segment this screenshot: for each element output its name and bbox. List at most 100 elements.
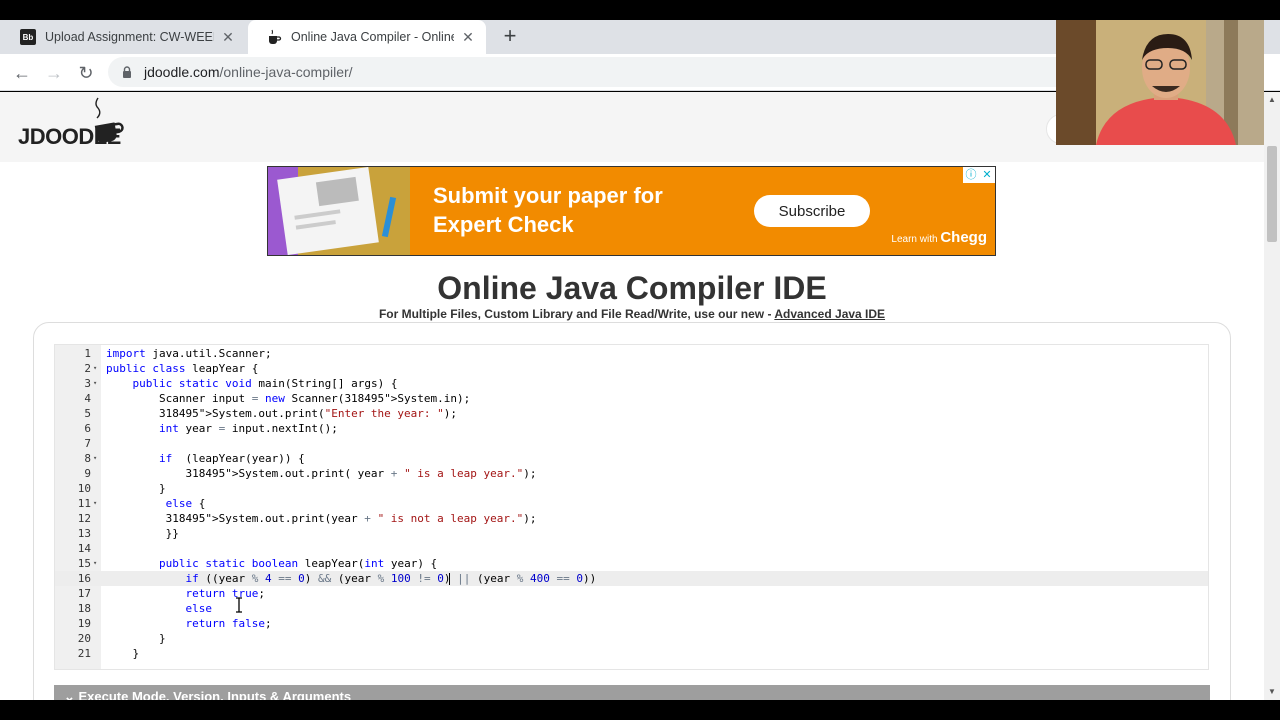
code-line[interactable]: 21 } [55, 646, 1208, 661]
new-tab-icon[interactable]: + [498, 25, 522, 49]
line-number: 1 [84, 347, 91, 360]
code-text: }} [106, 527, 179, 540]
webcam-overlay [1056, 20, 1264, 145]
ad-brand-tag: Learn with Chegg [891, 229, 987, 246]
code-text: int year = input.nextInt(); [158, 422, 338, 435]
code-line[interactable]: 2 ▾ public class leapYear { [55, 361, 1208, 376]
code-line[interactable]: 14 [55, 541, 1208, 556]
code-line[interactable]: 5 318495">System.out.print("Enter the ye… [55, 406, 1208, 421]
code-text: } [106, 482, 166, 495]
code-editor[interactable]: 1 import java.util.Scanner; 2 ▾ public class… [54, 344, 1209, 670]
code-line[interactable]: 20 } [55, 631, 1208, 646]
chegg-brand: Chegg [940, 229, 987, 246]
fold-arrow-icon[interactable]: ▾ [93, 496, 99, 511]
code-line[interactable]: 10 } [55, 481, 1208, 496]
code-text: import java.util.Scanner; [106, 347, 272, 360]
jdoodle-icon [266, 29, 282, 45]
line-number: 7 [84, 437, 91, 450]
fold-arrow-icon[interactable]: ▾ [93, 376, 99, 391]
scroll-up-icon[interactable]: ▲ [1264, 92, 1280, 108]
code-line[interactable]: 4 Scanner input = new Scanner(318495">Sy… [55, 391, 1208, 406]
code-text: return false; [185, 617, 272, 630]
code-line[interactable]: 6 int year = input.nextInt(); [55, 421, 1208, 436]
code-line[interactable]: 8 ▾ if (leapYear(year)) { [55, 451, 1208, 466]
text-caret [449, 573, 450, 585]
line-number: 8 [84, 452, 91, 465]
code-line[interactable]: 3 ▾ public static void main(String[] args… [55, 376, 1208, 391]
code-text: 318495">System.out.print(year + " is not… [165, 512, 537, 525]
code-text: 318495">System.out.print( year + " is a … [185, 467, 537, 480]
ad-image [268, 167, 410, 255]
code-text: public static void main(String[] args) { [132, 377, 398, 390]
line-number: 21 [77, 647, 91, 660]
tab-title: Upload Assignment: CW-WEEK-5 [45, 30, 214, 44]
scroll-down-icon[interactable]: ▼ [1264, 684, 1280, 700]
line-number: 14 [77, 542, 91, 555]
url-path: /online-java-compiler/ [219, 64, 353, 80]
line-number: 17 [77, 587, 91, 600]
fold-arrow-icon[interactable]: ▾ [93, 361, 99, 376]
code-line[interactable]: 11 ▾ else { [55, 496, 1208, 511]
ad-info-icon[interactable]: ⓘ [963, 167, 979, 183]
ad-banner[interactable]: Submit your paper for Expert Check Subsc… [267, 166, 996, 256]
code-line[interactable]: 12 318495">System.out.print(year + " is … [55, 511, 1208, 526]
page-scrollbar[interactable]: ▲ ▼ [1264, 92, 1280, 700]
line-number: 18 [77, 602, 91, 615]
code-line[interactable]: 19 return false; [55, 616, 1208, 631]
ad-controls: ⓘ ✕ [963, 167, 995, 183]
text-cursor-icon [236, 597, 242, 613]
code-line[interactable]: 15 ▾ public static boolean leapYear(int y… [55, 556, 1208, 571]
code-text: else { [165, 497, 206, 510]
ad-close-icon[interactable]: ✕ [979, 167, 995, 183]
code-line[interactable]: 13 }} [55, 526, 1208, 541]
line-number: 5 [84, 407, 91, 420]
fold-arrow-icon[interactable]: ▾ [93, 556, 99, 571]
line-number: 2 [84, 362, 91, 375]
code-text: public class leapYear { [106, 362, 259, 375]
reload-icon[interactable]: ↻ [74, 61, 98, 85]
code-text: else [185, 602, 212, 615]
advanced-java-ide-link[interactable]: Advanced Java IDE [774, 307, 885, 321]
line-number: 3 [84, 377, 91, 390]
line-number: 11 [77, 497, 91, 510]
close-icon[interactable]: ✕ [460, 29, 476, 45]
line-number: 4 [84, 392, 91, 405]
code-line[interactable]: 18 else [55, 601, 1208, 616]
line-number: 20 [77, 632, 91, 645]
code-line[interactable]: 17 return true; [55, 586, 1208, 601]
code-text: if ((year % 4 == 0) && (year % 100 != 0)… [185, 572, 597, 585]
line-number: 16 [77, 572, 91, 585]
line-number: 6 [84, 422, 91, 435]
ad-headline: Submit your paper for Expert Check [433, 183, 663, 237]
line-number: 15 [77, 557, 91, 570]
code-text: public static boolean leapYear(int year)… [158, 557, 438, 570]
jdoodle-logo[interactable]: JDOODLE [18, 96, 128, 152]
code-line[interactable]: 1 import java.util.Scanner; [55, 346, 1208, 361]
code-text: Scanner input = new Scanner(318495">Syst… [106, 392, 471, 405]
forward-arrow-icon[interactable]: → [42, 61, 66, 85]
lock-icon [123, 66, 131, 78]
code-text: } [106, 647, 140, 660]
fold-arrow-icon[interactable]: ▾ [93, 451, 99, 466]
subscribe-button[interactable]: Subscribe [754, 195, 870, 227]
web-page: JDOODLE Submit your paper for Expert Che… [0, 92, 1264, 700]
url-host: jdoodle.com [144, 64, 220, 80]
code-text: 318495">System.out.print("Enter the year… [158, 407, 458, 420]
back-arrow-icon[interactable]: ← [10, 61, 34, 85]
code-line[interactable]: 7 [55, 436, 1208, 451]
tab-title: Online Java Compiler - Online Java [291, 30, 454, 44]
line-number: 19 [77, 617, 91, 630]
tab-online-java-compiler[interactable]: Online Java Compiler - Online Java ✕ [248, 20, 486, 54]
close-icon[interactable]: ✕ [220, 29, 236, 45]
page-title: Online Java Compiler IDE [437, 270, 827, 306]
line-number: 10 [77, 482, 91, 495]
tab-upload-assignment[interactable]: Bb Upload Assignment: CW-WEEK-5 ✕ [2, 20, 246, 54]
code-line[interactable]: 9 318495">System.out.print( year + " is … [55, 466, 1208, 481]
code-line[interactable]: 16 if ((year % 4 == 0) && (year % 100 !=… [55, 571, 1208, 586]
line-number: 9 [84, 467, 91, 480]
page-subtitle: For Multiple Files, Custom Library and F… [378, 307, 886, 321]
scrollbar-thumb[interactable] [1267, 146, 1277, 242]
code-text: if (leapYear(year)) { [158, 452, 305, 465]
execute-mode-panel-header[interactable]: ⌄ Execute Mode, Version, Inputs & Argume… [54, 685, 1210, 700]
blackboard-icon: Bb [20, 29, 36, 45]
